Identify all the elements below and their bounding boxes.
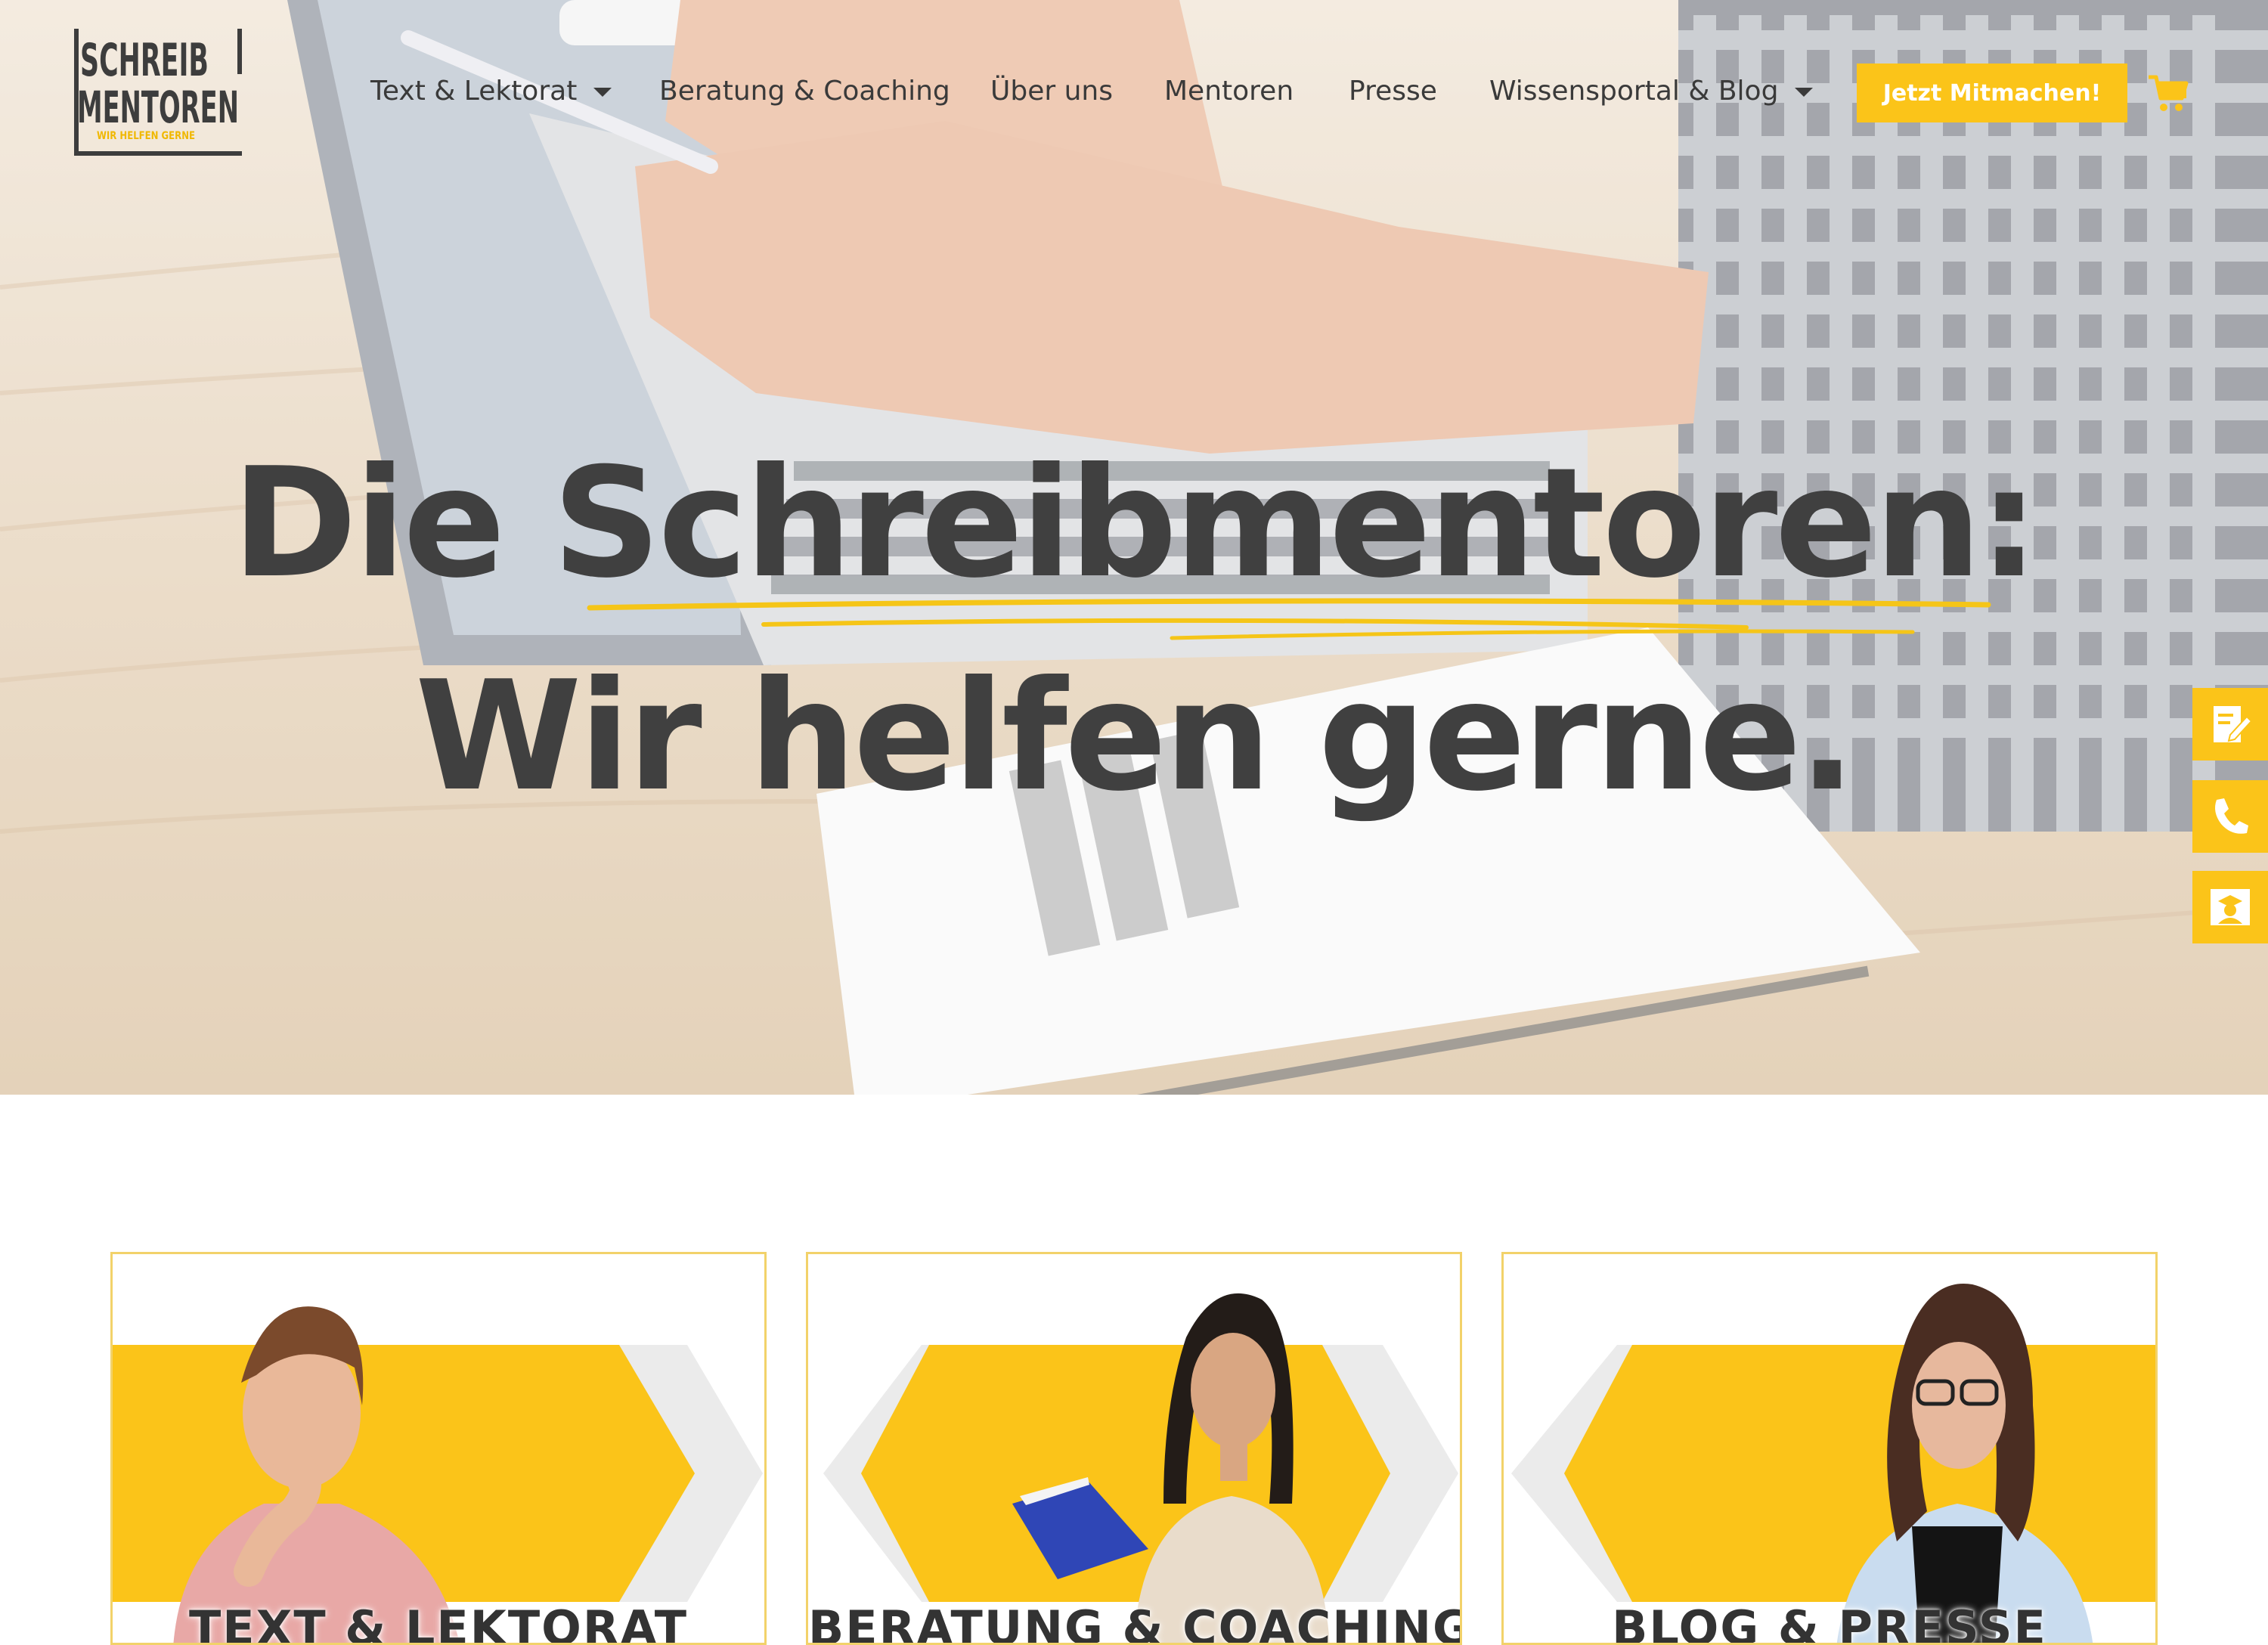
chevron-down-icon	[1795, 88, 1814, 97]
card-graphic	[1511, 1284, 2155, 1643]
nav-item-text-lektorat[interactable]: Text & Lektorat	[370, 73, 612, 110]
nav-item-presse[interactable]: Presse	[1349, 73, 1437, 110]
logo-tagline: WIR HELFEN GERNE	[97, 130, 195, 142]
nav-item-label: Presse	[1349, 76, 1437, 107]
site-header: SCHREIB MENTOREN WIR HELFEN GERNE Text &…	[0, 0, 2268, 181]
nav-item-label: Über uns	[990, 76, 1113, 107]
jetzt-mitmachen-button[interactable]: Jetzt Mitmachen!	[1857, 64, 2127, 122]
card-label: BLOG & PRESSE	[1612, 1600, 2047, 1645]
nav-item-mentoren[interactable]: Mentoren	[1164, 73, 1294, 110]
shopping-cart-icon[interactable]	[2147, 74, 2189, 113]
nav-item-label: Mentoren	[1164, 76, 1294, 107]
nav-item-wissensportal-blog[interactable]: Wissensportal & Blog	[1489, 73, 1814, 110]
headline-underline-scribble	[587, 598, 1991, 640]
side-button-graduate[interactable]	[2192, 871, 2268, 943]
card-graphic	[113, 1306, 763, 1643]
nav-item-label: Text & Lektorat	[370, 76, 578, 107]
service-card-beratung-coaching[interactable]: BERATUNG & COACHING	[806, 1252, 1462, 1645]
card-graphic	[823, 1293, 1458, 1643]
document-edit-icon	[2214, 706, 2253, 742]
side-button-phone[interactable]	[2192, 780, 2268, 853]
side-button-document[interactable]	[2192, 688, 2268, 761]
service-card-blog-presse[interactable]: BLOG & PRESSE	[1501, 1252, 2158, 1645]
logo-line1: SCHREIB	[80, 34, 209, 87]
service-card-text-lektorat[interactable]: TEXT & LEKTORAT	[110, 1252, 767, 1645]
hero-headline-line2: Wir helfen gerne.	[414, 649, 1856, 825]
phone-icon	[2215, 798, 2248, 834]
card-label: BERATUNG & COACHING	[808, 1600, 1462, 1645]
nav-item-beratung-coaching[interactable]: Beratung & Coaching	[659, 73, 950, 110]
card-label: TEXT & LEKTORAT	[188, 1600, 689, 1645]
chevron-down-icon	[593, 88, 612, 97]
logo-line2: MENTOREN	[77, 82, 239, 133]
nav-item-label: Wissensportal & Blog	[1489, 76, 1779, 107]
schreibmentoren-logo[interactable]: SCHREIB MENTOREN WIR HELFEN GERNE	[74, 29, 242, 156]
nav-item-label: Beratung & Coaching	[659, 76, 950, 107]
graduate-icon	[2211, 889, 2250, 925]
nav-item-ueber-uns[interactable]: Über uns	[990, 73, 1113, 110]
